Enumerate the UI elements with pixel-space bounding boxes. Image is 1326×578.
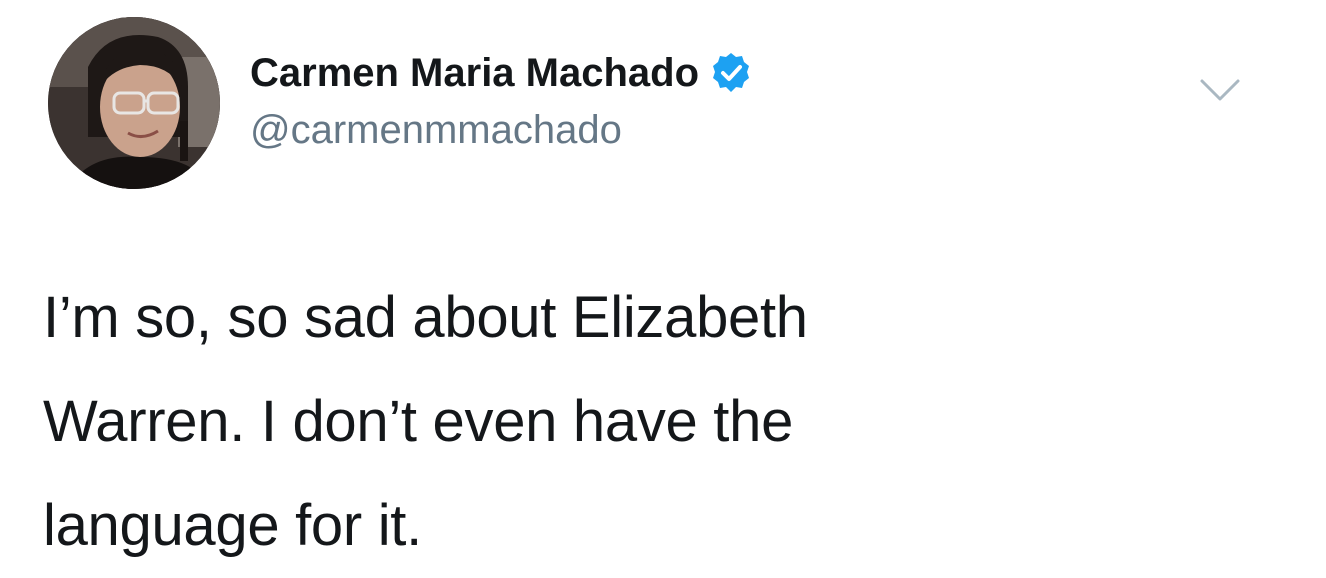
chevron-down-icon [1200,79,1240,101]
tweet-text-line: I’m so, so sad about Elizabeth [43,285,808,350]
tweet-text-line: Warren. I don’t even have the [43,389,794,454]
avatar[interactable] [48,17,220,189]
name-row: Carmen Maria Machado [250,47,753,99]
tweet-text: I’m so, so sad about Elizabeth Warren. I… [43,266,1043,578]
tweet-header: Carmen Maria Machado @carmenmmachado [48,17,1248,189]
verified-badge-icon [709,51,753,95]
display-name[interactable]: Carmen Maria Machado [250,47,699,99]
tweet-card: Carmen Maria Machado @carmenmmachado I’m… [0,0,1326,566]
avatar-photo [48,17,220,189]
user-identity: Carmen Maria Machado @carmenmmachado [250,47,753,155]
user-handle[interactable]: @carmenmmachado [250,105,753,155]
tweet-text-line: language for it. [43,493,422,558]
tweet-menu-button[interactable] [1198,73,1242,109]
